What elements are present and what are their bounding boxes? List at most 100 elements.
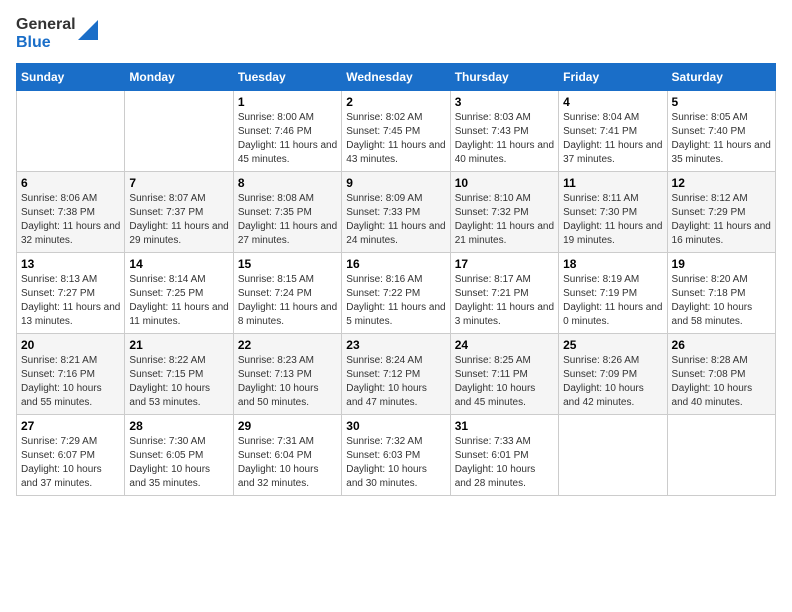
weekday-header: Wednesday	[342, 64, 450, 91]
calendar-cell: 15 Sunrise: 8:15 AM Sunset: 7:24 PM Dayli…	[233, 253, 341, 334]
day-number: 16	[346, 257, 445, 271]
day-info: Sunrise: 8:04 AM Sunset: 7:41 PM Dayligh…	[563, 111, 662, 167]
day-info: Sunrise: 8:19 AM Sunset: 7:19 PM Dayligh…	[563, 273, 662, 329]
day-number: 31	[455, 419, 554, 433]
day-info: Sunrise: 8:20 AM Sunset: 7:18 PM Dayligh…	[672, 273, 771, 329]
calendar-cell: 18 Sunrise: 8:19 AM Sunset: 7:19 PM Dayli…	[559, 253, 667, 334]
calendar-week-row: 13 Sunrise: 8:13 AM Sunset: 7:27 PM Dayli…	[17, 253, 776, 334]
calendar-cell: 25 Sunrise: 8:26 AM Sunset: 7:09 PM Dayli…	[559, 334, 667, 415]
day-info: Sunrise: 8:21 AM Sunset: 7:16 PM Dayligh…	[21, 354, 120, 410]
calendar-header-row: SundayMondayTuesdayWednesdayThursdayFrid…	[17, 64, 776, 91]
calendar-cell	[17, 91, 125, 172]
day-info: Sunrise: 8:05 AM Sunset: 7:40 PM Dayligh…	[672, 111, 771, 167]
day-number: 22	[238, 338, 337, 352]
day-info: Sunrise: 8:16 AM Sunset: 7:22 PM Dayligh…	[346, 273, 445, 329]
day-number: 25	[563, 338, 662, 352]
calendar-cell: 6 Sunrise: 8:06 AM Sunset: 7:38 PM Daylig…	[17, 172, 125, 253]
day-info: Sunrise: 8:03 AM Sunset: 7:43 PM Dayligh…	[455, 111, 554, 167]
day-info: Sunrise: 8:25 AM Sunset: 7:11 PM Dayligh…	[455, 354, 554, 410]
calendar-cell: 12Sunrise: 8:12 AM Sunset: 7:29 PM Dayli…	[667, 172, 775, 253]
day-info: Sunrise: 8:07 AM Sunset: 7:37 PM Dayligh…	[129, 192, 228, 248]
day-info: Sunrise: 7:32 AM Sunset: 6:03 PM Dayligh…	[346, 435, 445, 491]
day-number: 1	[238, 95, 337, 109]
day-info: Sunrise: 7:29 AM Sunset: 6:07 PM Dayligh…	[21, 435, 120, 491]
day-number: 26	[672, 338, 771, 352]
calendar-cell: 13 Sunrise: 8:13 AM Sunset: 7:27 PM Dayli…	[17, 253, 125, 334]
calendar-cell: 23Sunrise: 8:24 AM Sunset: 7:12 PM Dayli…	[342, 334, 450, 415]
day-info: Sunrise: 8:10 AM Sunset: 7:32 PM Dayligh…	[455, 192, 554, 248]
logo-blue: Blue	[16, 34, 51, 52]
day-number: 28	[129, 419, 228, 433]
calendar-cell: 29Sunrise: 7:31 AM Sunset: 6:04 PM Dayli…	[233, 415, 341, 496]
day-number: 30	[346, 419, 445, 433]
day-info: Sunrise: 8:12 AM Sunset: 7:29 PM Dayligh…	[672, 192, 771, 248]
day-number: 9	[346, 176, 445, 190]
day-number: 29	[238, 419, 337, 433]
day-info: Sunrise: 8:22 AM Sunset: 7:15 PM Dayligh…	[129, 354, 228, 410]
calendar-cell: 24 Sunrise: 8:25 AM Sunset: 7:11 PM Dayli…	[450, 334, 558, 415]
day-number: 19	[672, 257, 771, 271]
day-number: 8	[238, 176, 337, 190]
day-number: 10	[455, 176, 554, 190]
day-number: 7	[129, 176, 228, 190]
calendar-cell: 8 Sunrise: 8:08 AM Sunset: 7:35 PM Daylig…	[233, 172, 341, 253]
calendar-week-row: 6 Sunrise: 8:06 AM Sunset: 7:38 PM Daylig…	[17, 172, 776, 253]
weekday-header: Saturday	[667, 64, 775, 91]
day-info: Sunrise: 8:15 AM Sunset: 7:24 PM Dayligh…	[238, 273, 337, 329]
calendar-cell: 30 Sunrise: 7:32 AM Sunset: 6:03 PM Dayli…	[342, 415, 450, 496]
day-info: Sunrise: 8:28 AM Sunset: 7:08 PM Dayligh…	[672, 354, 771, 410]
calendar-cell: 27 Sunrise: 7:29 AM Sunset: 6:07 PM Dayli…	[17, 415, 125, 496]
logo-arrow-icon	[78, 20, 98, 40]
day-info: Sunrise: 8:00 AM Sunset: 7:46 PM Dayligh…	[238, 111, 337, 167]
day-number: 13	[21, 257, 120, 271]
weekday-header: Friday	[559, 64, 667, 91]
calendar-cell	[125, 91, 233, 172]
day-info: Sunrise: 8:08 AM Sunset: 7:35 PM Dayligh…	[238, 192, 337, 248]
day-number: 20	[21, 338, 120, 352]
calendar-cell: 20 Sunrise: 8:21 AM Sunset: 7:16 PM Dayli…	[17, 334, 125, 415]
day-number: 27	[21, 419, 120, 433]
day-info: Sunrise: 8:26 AM Sunset: 7:09 PM Dayligh…	[563, 354, 662, 410]
day-number: 15	[238, 257, 337, 271]
day-number: 18	[563, 257, 662, 271]
day-number: 3	[455, 95, 554, 109]
calendar-table: SundayMondayTuesdayWednesdayThursdayFrid…	[16, 63, 776, 496]
logo-general: General	[16, 16, 76, 34]
day-info: Sunrise: 8:02 AM Sunset: 7:45 PM Dayligh…	[346, 111, 445, 167]
calendar-cell: 14 Sunrise: 8:14 AM Sunset: 7:25 PM Dayli…	[125, 253, 233, 334]
calendar-cell: 17Sunrise: 8:17 AM Sunset: 7:21 PM Dayli…	[450, 253, 558, 334]
weekday-header: Monday	[125, 64, 233, 91]
calendar-week-row: 20 Sunrise: 8:21 AM Sunset: 7:16 PM Dayli…	[17, 334, 776, 415]
day-number: 24	[455, 338, 554, 352]
calendar-cell: 4 Sunrise: 8:04 AM Sunset: 7:41 PM Daylig…	[559, 91, 667, 172]
calendar-cell: 5Sunrise: 8:05 AM Sunset: 7:40 PM Daylig…	[667, 91, 775, 172]
calendar-cell	[559, 415, 667, 496]
day-number: 21	[129, 338, 228, 352]
day-info: Sunrise: 8:14 AM Sunset: 7:25 PM Dayligh…	[129, 273, 228, 329]
weekday-header: Tuesday	[233, 64, 341, 91]
day-number: 6	[21, 176, 120, 190]
page-header: General Blue	[16, 16, 776, 51]
day-info: Sunrise: 8:23 AM Sunset: 7:13 PM Dayligh…	[238, 354, 337, 410]
day-info: Sunrise: 8:09 AM Sunset: 7:33 PM Dayligh…	[346, 192, 445, 248]
calendar-cell: 7 Sunrise: 8:07 AM Sunset: 7:37 PM Daylig…	[125, 172, 233, 253]
day-number: 14	[129, 257, 228, 271]
day-info: Sunrise: 8:11 AM Sunset: 7:30 PM Dayligh…	[563, 192, 662, 248]
calendar-cell: 22 Sunrise: 8:23 AM Sunset: 7:13 PM Dayli…	[233, 334, 341, 415]
day-info: Sunrise: 8:24 AM Sunset: 7:12 PM Dayligh…	[346, 354, 445, 410]
calendar-cell: 1 Sunrise: 8:00 AM Sunset: 7:46 PM Daylig…	[233, 91, 341, 172]
day-number: 4	[563, 95, 662, 109]
calendar-cell: 10 Sunrise: 8:10 AM Sunset: 7:32 PM Dayli…	[450, 172, 558, 253]
calendar-cell: 21 Sunrise: 8:22 AM Sunset: 7:15 PM Dayli…	[125, 334, 233, 415]
calendar-cell: 31 Sunrise: 7:33 AM Sunset: 6:01 PM Dayli…	[450, 415, 558, 496]
calendar-cell	[667, 415, 775, 496]
day-info: Sunrise: 8:06 AM Sunset: 7:38 PM Dayligh…	[21, 192, 120, 248]
weekday-header: Thursday	[450, 64, 558, 91]
calendar-cell: 26 Sunrise: 8:28 AM Sunset: 7:08 PM Dayli…	[667, 334, 775, 415]
day-info: Sunrise: 7:33 AM Sunset: 6:01 PM Dayligh…	[455, 435, 554, 491]
day-info: Sunrise: 8:17 AM Sunset: 7:21 PM Dayligh…	[455, 273, 554, 329]
calendar-cell: 16 Sunrise: 8:16 AM Sunset: 7:22 PM Dayli…	[342, 253, 450, 334]
day-info: Sunrise: 8:13 AM Sunset: 7:27 PM Dayligh…	[21, 273, 120, 329]
calendar-cell: 28Sunrise: 7:30 AM Sunset: 6:05 PM Dayli…	[125, 415, 233, 496]
calendar-week-row: 1 Sunrise: 8:00 AM Sunset: 7:46 PM Daylig…	[17, 91, 776, 172]
